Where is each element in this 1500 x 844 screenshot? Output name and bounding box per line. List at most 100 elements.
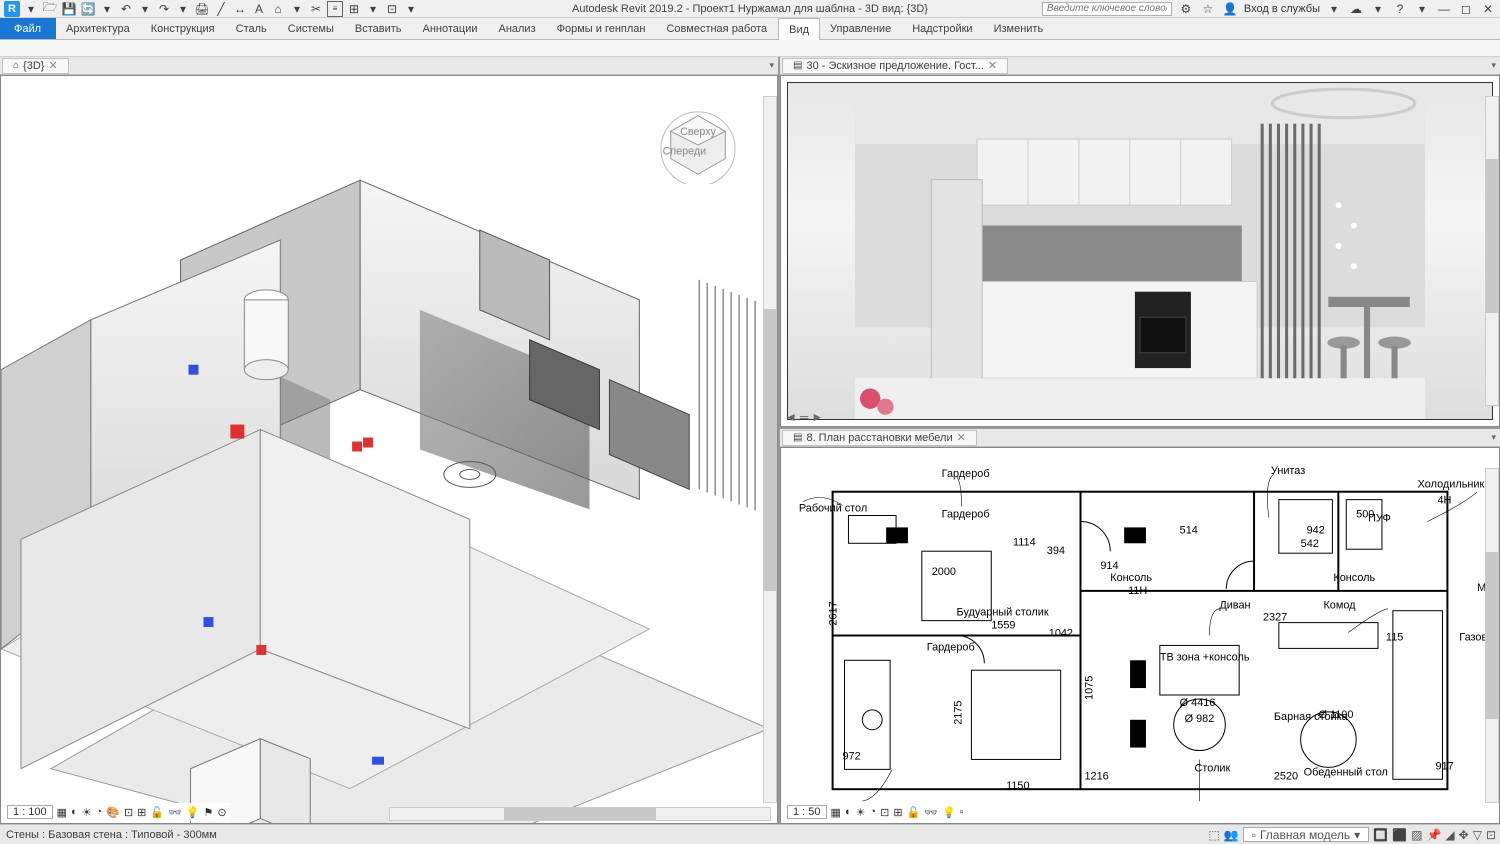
close-tab-icon[interactable]: ✕ [988,59,997,72]
reveal-hidden-icon[interactable]: 💡 [186,806,200,819]
active-workset[interactable]: ▫ Главная модель ▾ [1243,827,1370,842]
close-hidden-icon[interactable]: ⊞ [346,1,362,17]
tab-steel[interactable]: Сталь [226,18,278,39]
editable-only-icon[interactable]: 🔲 [1373,828,1388,842]
select-pinned-icon[interactable]: 📌 [1426,828,1441,842]
tab-massing[interactable]: Формы и генплан [547,18,657,39]
dropdown-icon[interactable]: ▾ [175,1,191,17]
dropdown-icon[interactable]: ▾ [403,1,419,17]
measure-icon[interactable]: ╱ [213,1,229,17]
revit-logo-icon[interactable]: R [4,1,20,17]
select-face-icon[interactable]: ◢ [1445,828,1454,842]
help-icon[interactable]: ? [1392,1,1408,17]
unlock-icon[interactable]: 🔓 [150,806,164,819]
dropdown-icon[interactable]: ▾ [1326,1,1342,17]
text-icon[interactable]: A [251,1,267,17]
scroll-icon[interactable]: ═ [800,410,809,424]
search-input[interactable] [1042,2,1172,16]
crop-region-icon[interactable]: ⊞ [893,806,902,819]
tabstrip-menu-icon[interactable]: ▾ [1491,432,1496,443]
communicate-icon[interactable]: ☁ [1348,1,1364,17]
rendering-icon[interactable]: 🎨 [106,806,120,819]
switch-windows-icon[interactable]: ⊡ [384,1,400,17]
dropdown-icon[interactable]: ▾ [99,1,115,17]
next-page-icon[interactable]: ► [811,410,823,424]
scrollbar-vertical[interactable] [1485,468,1499,803]
detail-level-icon[interactable]: ▦ [831,806,841,819]
selection-icon[interactable]: ⬚ [1208,828,1219,842]
reveal-hidden-icon[interactable]: 💡 [942,806,956,819]
tab-addins[interactable]: Надстройки [902,18,983,39]
sun-path-icon[interactable]: ☀ [856,806,866,819]
login-label[interactable]: Вход в службы [1244,3,1320,15]
minimize-icon[interactable]: — [1436,1,1452,17]
dropdown-icon[interactable]: ▾ [1414,1,1430,17]
temporary-hide-icon[interactable]: 👓 [168,806,182,819]
print-icon[interactable]: 🖨 [194,1,210,17]
tabstrip-menu-icon[interactable]: ▾ [1491,60,1496,71]
close-tab-icon[interactable]: ✕ [957,431,966,444]
crop-view-icon[interactable]: ⊡ [880,806,889,819]
select-links-icon[interactable]: ⬛ [1392,828,1407,842]
dropdown-icon[interactable]: ▾ [23,1,39,17]
sun-path-icon[interactable]: ☀ [82,806,92,819]
drag-elements-icon[interactable]: ✥ [1459,828,1469,842]
visual-style-icon[interactable]: ◐ [845,806,852,818]
redo-icon[interactable]: ↷ [156,1,172,17]
shadows-icon[interactable]: ◔ [96,806,103,818]
scrollbar-horizontal[interactable] [389,807,771,821]
filter-icon[interactable]: ▽ [1473,828,1482,842]
select-underlay-icon[interactable]: ▨ [1411,828,1422,842]
3d-isometric-model[interactable] [1,76,777,823]
section-icon[interactable]: ✂ [308,1,324,17]
undo-icon[interactable]: ↶ [118,1,134,17]
temporary-hide-icon[interactable]: 👓 [924,806,938,819]
background-icon[interactable]: ⊡ [1486,828,1496,842]
crop-region-icon[interactable]: ⊞ [137,806,146,819]
open-icon[interactable]: 🗁 [42,1,58,17]
tab-manage[interactable]: Управление [820,18,902,39]
viewcube[interactable]: Сверху Спереди [659,106,737,184]
page-icon[interactable]: ▫ [960,806,964,818]
sync-icon[interactable]: 🔄 [80,1,96,17]
thin-lines-icon[interactable]: ≡ [327,1,343,17]
viewport-floorplan[interactable]: Рабочий стол Гардероб Гардероб Гардероб … [780,447,1500,824]
tab-systems[interactable]: Системы [278,18,345,39]
constraints-icon[interactable]: ⊙ [217,806,226,819]
tab-file[interactable]: Файл [0,18,56,39]
tab-structure[interactable]: Конструкция [141,18,226,39]
tab-modify[interactable]: Изменить [984,18,1055,39]
worksets-icon[interactable]: 👥 [1224,828,1239,842]
tab-analyze[interactable]: Анализ [488,18,546,39]
view-tab-sketch[interactable]: ▤ 30 - Эскизное предложение. Гост... ✕ [782,58,1008,74]
view-tab-3d[interactable]: ⌂ {3D} ✕ [2,58,69,74]
scale-display[interactable]: 1 : 100 [7,805,53,819]
favorite-icon[interactable]: ☆ [1200,1,1216,17]
view-tab-floorplan[interactable]: ▤ 8. План расстановки мебели ✕ [782,430,977,446]
dropdown-icon[interactable]: ▾ [289,1,305,17]
visual-style-icon[interactable]: ◐ [71,806,78,818]
detail-level-icon[interactable]: ▦ [57,806,67,819]
tab-collaborate[interactable]: Совместная работа [656,18,778,39]
prev-page-icon[interactable]: ◄ [785,410,797,424]
unlock-icon[interactable]: 🔓 [907,806,921,819]
tab-insert[interactable]: Вставить [345,18,413,39]
dropdown-icon[interactable]: ▾ [365,1,381,17]
close-tab-icon[interactable]: ✕ [48,59,57,72]
tab-annotate[interactable]: Аннотации [413,18,489,39]
user-icon[interactable]: 👤 [1222,1,1238,17]
viewport-3d[interactable]: Сверху Спереди 1 : 100 ▦ ◐ ☀ ◔ 🎨 ⊡ ⊞ 🔓 👓 [0,75,778,824]
tab-view[interactable]: Вид [778,18,820,40]
tabstrip-menu-icon[interactable]: ▾ [769,60,774,71]
shadows-icon[interactable]: ◔ [869,806,876,818]
dropdown-icon[interactable]: ▾ [1370,1,1386,17]
viewport-render[interactable]: ◄ ═ ► [780,75,1500,427]
dropdown-icon[interactable]: ▾ [137,1,153,17]
subscription-icon[interactable]: ⚙ [1178,1,1194,17]
save-icon[interactable]: 💾 [61,1,77,17]
restore-icon[interactable]: ◻ [1458,1,1474,17]
default3d-icon[interactable]: ⌂ [270,1,286,17]
crop-view-icon[interactable]: ⊡ [124,806,133,819]
tab-architecture[interactable]: Архитектура [56,18,141,39]
worksharing-icon[interactable]: ⚑ [203,806,213,819]
